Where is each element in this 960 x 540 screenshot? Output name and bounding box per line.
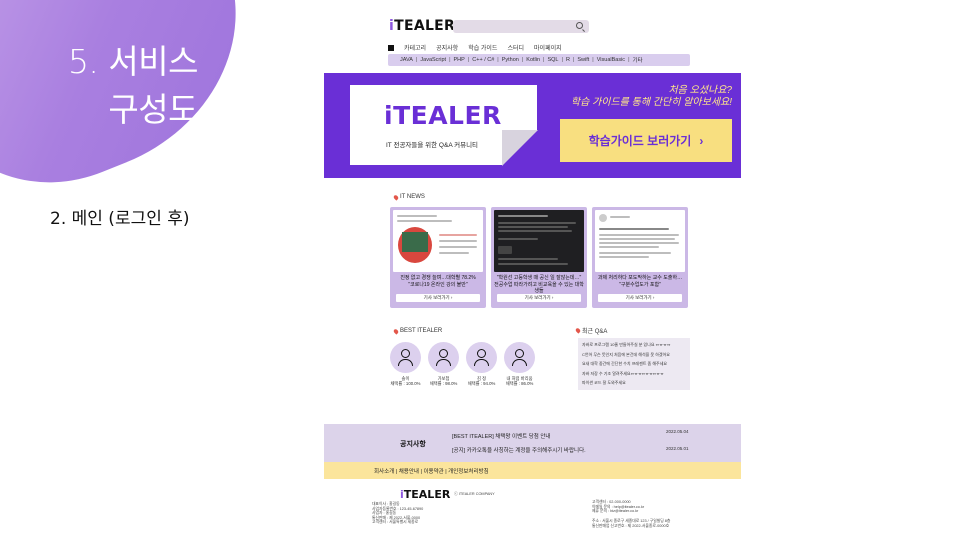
lang-etc[interactable]: 기타	[633, 56, 643, 64]
banner-logo: iTEALER	[384, 101, 502, 130]
notice-date: 2022.05.01	[666, 446, 689, 451]
footer-company: ⓒ ITEALER COMPANY	[454, 492, 495, 496]
hero-banner: iTEALER IT 전공자들을 위한 Q&A 커뮤니티 처음 오셨나요? 학습…	[324, 73, 741, 178]
menu-item-category[interactable]: 카테고리	[404, 43, 426, 52]
avatar-icon	[428, 342, 459, 373]
chevron-right-icon: ›	[699, 133, 704, 148]
qa-item[interactable]: 파이썬 코드 잘 도와주세요	[582, 380, 686, 385]
news-thumbnail	[595, 210, 685, 272]
banner-copy: 처음 오셨나요? 학습 가이드를 통해 간단히 알아보세요!	[570, 85, 732, 108]
lang-cpp[interactable]: C++ / C#	[472, 57, 494, 63]
qa-item[interactable]: 자바로 프로그램 10줄 만들어주실 분 있나요 ㅠㅠㅠㅠ	[582, 342, 686, 347]
news-thumbnail	[393, 210, 483, 272]
best-user[interactable]: 솔이 채택률 : 100.0%	[390, 342, 421, 387]
footer-links[interactable]: 회사소개 | 채용안내 | 이용약관 | 개인정보처리방침	[324, 462, 741, 479]
best-section-title: BEST ITEALER	[392, 327, 442, 335]
notice-date: 2022.05.04	[666, 429, 689, 434]
menu-item-guide[interactable]: 학습 가이드	[468, 43, 497, 52]
avatar-icon	[466, 342, 497, 373]
news-list: 진정 없고 경쟁 늘며…대학별 78.2% "코로나19 온라인 강의 불만" …	[390, 207, 688, 308]
site-logo[interactable]: iTEALER	[389, 18, 455, 34]
slide: 5. 서비스 구성도 2. 메인 (로그인 후) iTEALER 카테고리 공지…	[0, 0, 960, 540]
avatar-icon	[504, 342, 535, 373]
footer-contact-info: 고객센터 : 02-000-0000 이메일 문의 : help@itealer…	[592, 500, 645, 514]
lang-sql[interactable]: SQL	[547, 57, 558, 63]
slide-title-line2: 구성도	[108, 90, 198, 129]
guide-button[interactable]: 학습가이드 보러가기 ›	[560, 119, 732, 162]
lang-java[interactable]: JAVA	[400, 57, 413, 63]
notice-item[interactable]: [공지] 카카오톡을 사칭하는 계정을 주의해주시기 바랍니다.	[452, 446, 586, 454]
best-user-list: 솔이 채택률 : 100.0% 가보첩 채택률 : 98.0% 김 정 채택률 : 9…	[390, 342, 535, 387]
lang-visualbasic[interactable]: VisualBasic	[597, 57, 625, 63]
news-thumbnail	[494, 210, 584, 272]
lang-r[interactable]: R	[566, 57, 570, 63]
news-caption: 과제 처리하다 포도막하는 교수 도출하… "구분수업도가 포함"	[597, 275, 683, 288]
qa-item[interactable]: 요새 대학 중간에 간단한 수치 프레젠트 좀 해주세요	[582, 361, 686, 366]
footer-address-info: 주소 : 서울시 종로구 세종대로 123 / 구일빌딩 8층 통신판매업 신고…	[592, 519, 671, 528]
lang-javascript[interactable]: JavaScript	[420, 57, 446, 63]
pin-icon	[392, 193, 400, 201]
lang-python[interactable]: Python	[502, 57, 519, 63]
read-article-button[interactable]: 기사 보러가기 ›	[598, 294, 682, 302]
notice-label: 공지사항	[400, 441, 426, 448]
read-article-button[interactable]: 기사 보러가기 ›	[396, 294, 480, 302]
search-icon[interactable]	[576, 22, 583, 29]
pin-icon	[392, 327, 400, 335]
menu-item-notice[interactable]: 공지사항	[436, 43, 458, 52]
news-section-title: IT NEWS	[392, 193, 425, 201]
banner-tagline: IT 전공자들을 위한 Q&A 커뮤니티	[386, 142, 479, 149]
footer-logo: iTEALER	[400, 488, 451, 501]
footer-company-info: 대표이사 : 홍길동 사업자등록번호 : 123-45-67890 사업자 : …	[372, 502, 424, 525]
news-card[interactable]: 진정 없고 경쟁 늘며…대학별 78.2% "코로나19 온라인 강의 불만" …	[390, 207, 486, 308]
slide-subtitle: 2. 메인 (로그인 후)	[50, 209, 190, 229]
news-card[interactable]: 과제 처리하다 포도막하는 교수 도출하… "구분수업도가 포함" 기사 보러가…	[592, 207, 688, 308]
notice-item[interactable]: [BEST ITEALER] 채택왕 이벤트 당첨 안내	[452, 432, 551, 440]
menu-item-study[interactable]: 스터디	[507, 43, 524, 52]
lang-php[interactable]: PHP	[454, 57, 465, 63]
qa-item[interactable]: C언어 무슨 뜻인지 처음에 본건데 해석을 못 하겠어요	[582, 352, 686, 357]
news-card[interactable]: "학원선 고등학생 때 공신 일 잘않는데…" 전공수업 따라가려고 비교육을 …	[491, 207, 587, 308]
qa-item[interactable]: 자바 저장 수 기조 알려주세요ㅠㅠㅠㅠㅠㅠㅠㅠㅠ	[582, 371, 686, 376]
page-fold-decoration	[502, 130, 538, 166]
avatar-icon	[390, 342, 421, 373]
menu-item-mypage[interactable]: 마이페이지	[534, 43, 562, 52]
language-bar: JAVA | JavaScript | PHP | C++ / C# | Python |…	[388, 54, 690, 66]
best-user[interactable]: 내 처럼 바리움 채택률 : 86.0%	[504, 342, 535, 387]
search-input[interactable]	[453, 20, 589, 33]
slide-title-line1: 5. 서비스	[67, 42, 199, 81]
best-user[interactable]: 김 정 채택률 : 94.0%	[466, 342, 497, 387]
menu-icon[interactable]	[388, 44, 394, 51]
notice-section: 공지사항 [BEST ITEALER] 채택왕 이벤트 당첨 안내 2022.0…	[324, 424, 741, 462]
slide-title: 5. 서비스 구성도	[40, 38, 199, 134]
banner-card: iTEALER IT 전공자들을 위한 Q&A 커뮤니티	[350, 85, 538, 166]
qa-section-title: 최근 Q&A	[574, 326, 607, 335]
read-article-button[interactable]: 기사 보러가기 ›	[497, 294, 581, 302]
news-caption: "학원선 고등학생 때 공신 일 잘않는데…" 전공수업 따라가려고 비교육을 …	[494, 275, 584, 294]
pin-icon	[574, 327, 582, 334]
lang-kotlin[interactable]: Kotlin	[526, 57, 540, 63]
best-user[interactable]: 가보첩 채택률 : 98.0%	[428, 342, 459, 387]
web-mockup: iTEALER 카테고리 공지사항 학습 가이드 스터디 마이페이지 JAVA |…	[324, 0, 741, 540]
news-caption: 진정 없고 경쟁 늘며…대학별 78.2% "코로나19 온라인 강의 불만"	[400, 275, 476, 288]
recent-qa-list: 자바로 프로그램 10줄 만들어주실 분 있나요 ㅠㅠㅠㅠ C언어 무슨 뜻인지…	[578, 338, 690, 390]
lang-swift[interactable]: Swift	[577, 57, 589, 63]
main-menu: 카테고리 공지사항 학습 가이드 스터디 마이페이지	[388, 43, 562, 52]
